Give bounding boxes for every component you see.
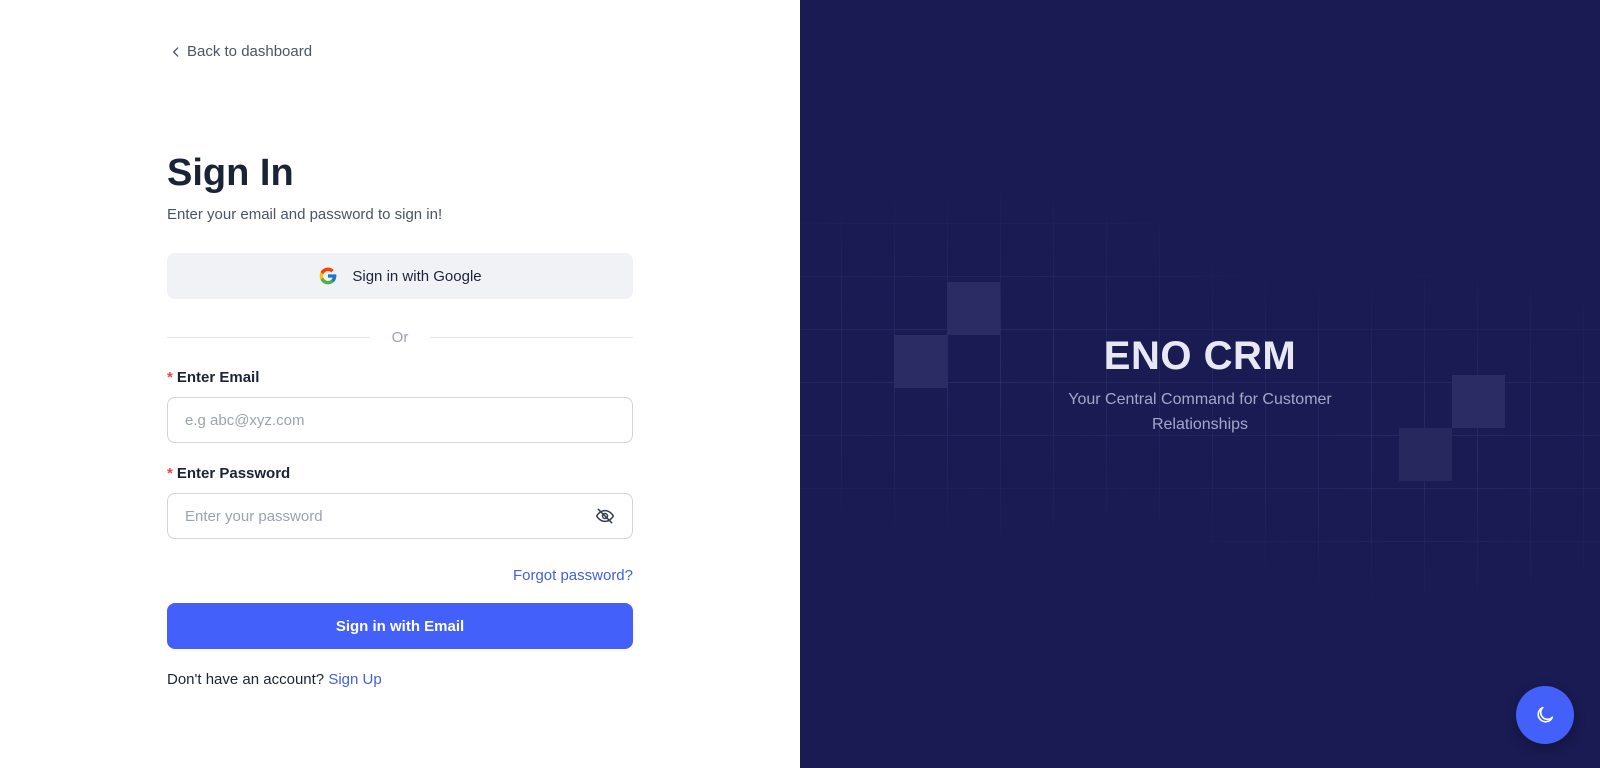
email-field [167, 397, 633, 443]
brand-title: ENO CRM [1103, 334, 1297, 378]
divider-line-left [167, 336, 370, 338]
moon-icon [1537, 706, 1554, 723]
chevron-left-icon [173, 46, 179, 57]
sign-in-email-button[interactable]: Sign in with Email [167, 603, 633, 649]
theme-toggle-button[interactable] [1516, 686, 1574, 744]
signup-prompt: Don't have an account? Sign Up [167, 671, 633, 688]
or-divider: Or [167, 327, 634, 347]
forgot-password-row: Forgot password? [167, 567, 633, 587]
divider-text: Or [391, 328, 409, 346]
password-label-text: Enter Password [176, 465, 291, 482]
back-link-label: Back to dashboard [187, 43, 313, 60]
required-mark: * [167, 465, 173, 482]
google-sign-in-button[interactable]: Sign in with Google [167, 253, 633, 299]
back-to-dashboard-link[interactable]: Back to dashboard [169, 43, 312, 60]
sign-up-link[interactable]: Sign Up [328, 671, 381, 688]
eye-off-icon[interactable] [595, 506, 615, 526]
divider-line-right [430, 336, 634, 338]
password-field [167, 493, 633, 539]
email-label: * Enter Email [167, 369, 633, 389]
password-input[interactable] [185, 507, 595, 525]
required-mark: * [167, 369, 173, 386]
sign-in-form: Sign In Enter your email and password to… [167, 150, 634, 688]
email-input[interactable] [185, 411, 615, 429]
google-button-label: Sign in with Google [352, 267, 482, 285]
page-title: Sign In [167, 152, 294, 194]
brand-panel: ENO CRM Your Central Command for Custome… [800, 0, 1600, 768]
page-subtitle: Enter your email and password to sign in… [167, 206, 443, 223]
signup-prompt-text: Don't have an account? [167, 671, 325, 688]
password-label: * Enter Password [167, 465, 633, 485]
sign-in-panel: Back to dashboard Sign In Enter your ema… [0, 0, 800, 768]
google-icon [320, 267, 337, 285]
email-label-text: Enter Email [176, 369, 260, 386]
brand-block: ENO CRM Your Central Command for Custome… [800, 334, 1600, 437]
brand-tagline: Your Central Command for Customer Relati… [1068, 391, 1332, 433]
forgot-password-link[interactable]: Forgot password? [513, 567, 633, 584]
